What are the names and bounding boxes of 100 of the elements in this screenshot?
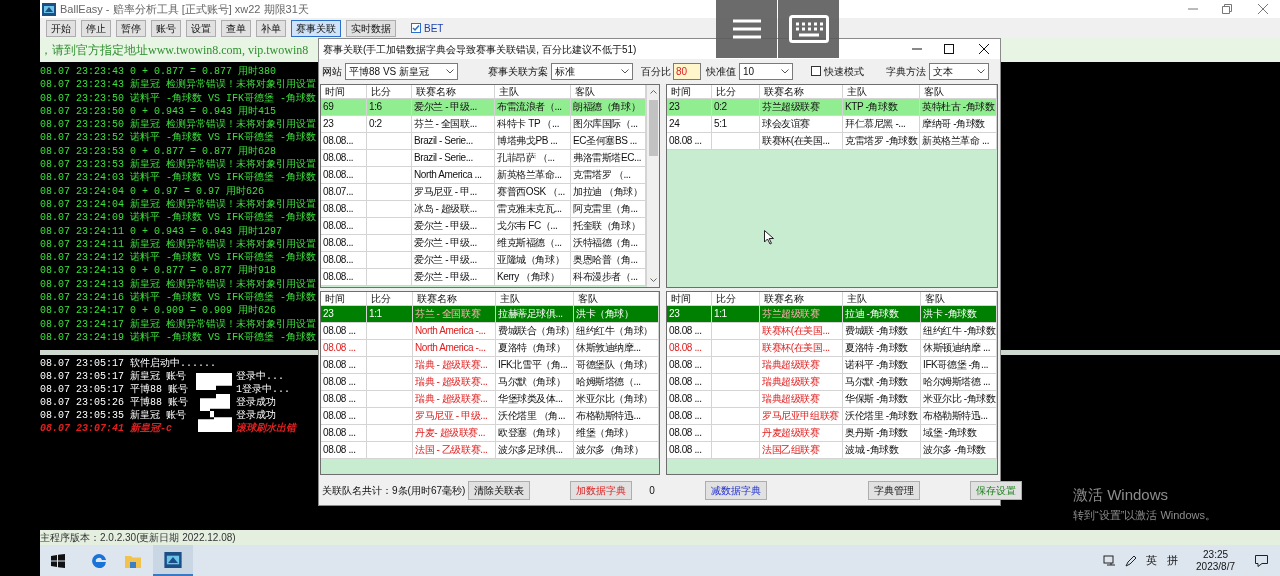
table-row[interactable]: 08.08 ... 罗马尼亚甲组联赛 沃伦塔里 -角球数 布格勒斯特迅... <box>667 408 997 425</box>
table-row[interactable]: 08.07... 罗马尼亚 - 甲... 赛普西OSK （... 加拉迪 （角球） <box>321 184 646 201</box>
dialog-button[interactable]: 字典管理 <box>867 480 920 500</box>
clock-time[interactable]: 23:25 <box>1203 548 1229 561</box>
table-row[interactable]: 24 5:1 球会友谊赛 拜仁慕尼黑 -... 摩纳哥 -角球数 <box>667 116 997 133</box>
table-row[interactable]: 08.08 ... 联赛杯(在美国... 夏洛特 -角球数 休斯顿迪纳摩 ... <box>667 340 997 357</box>
network-icon[interactable] <box>1103 554 1117 567</box>
log-line: 滚球刷水出错 <box>236 422 296 435</box>
table-cell: 丹麦超级联赛 <box>760 425 843 441</box>
table-row[interactable]: 08.08 ... 联赛杯(在美国... 克雷塔罗 -角球数 新英格兰革命 ... <box>667 133 997 150</box>
table-cell: 欧登塞（角球） <box>496 425 574 441</box>
table-row[interactable]: 23 0:2 芬兰超级联赛 KTP -角球数 英特杜古 -角球数 <box>667 99 997 116</box>
input-mode[interactable]: 拼 <box>1167 552 1179 569</box>
table-cell: 08.08... <box>321 235 367 251</box>
table-row[interactable]: 08.08 ... 法国乙组联赛 波城 -角球数 波尔多 -角球数 <box>667 442 997 459</box>
dialog-button[interactable]: 加数据字典 <box>570 480 633 500</box>
table-row[interactable]: 08.08... 爱尔兰 - 甲级... 亚隆城（角球） 奥恩哈普（角... <box>321 252 646 269</box>
fast-mode-checkbox[interactable]: 快速模式 <box>811 63 864 79</box>
menu-button[interactable] <box>716 0 777 58</box>
dropdown[interactable]: 文本 <box>929 62 989 80</box>
table-cell: 芬兰超级联赛 <box>760 306 843 322</box>
table-cell: 波城 -角球数 <box>843 442 921 458</box>
table-row[interactable]: 08.08 ... 瑞典超级联赛 马尔默 -角球数 哈尔姆斯塔德 ... <box>667 374 997 391</box>
toolbar-button[interactable]: 补单 <box>256 19 286 37</box>
table-cell: North America -... <box>413 340 496 356</box>
table-cell: 69 <box>321 99 367 115</box>
toolbar-button[interactable]: 查单 <box>221 19 251 37</box>
browser-icon[interactable] <box>91 552 107 569</box>
table-row[interactable]: 08.08 ... 丹麦- 超级联赛... 欧登塞（角球） 维堡（角球） <box>321 425 659 442</box>
notice-text: ，请到官方指定地址www.twowin8.com, vip.twowin8 <box>40 43 309 57</box>
scroll-up-icon[interactable] <box>649 90 657 94</box>
table-row[interactable]: 08.08... 爱尔兰 - 甲级... Kerry （角球） 科布漫步者（... <box>321 269 646 286</box>
input-language[interactable]: 英 <box>1146 552 1158 569</box>
table-cell: 法国乙组联赛 <box>760 442 843 458</box>
table-row[interactable]: 08.08 ... 瑞典 - 超级联赛... 华堡球类及体... 米亚尔比（角球） <box>321 391 659 408</box>
percent-field[interactable]: 80 <box>673 62 701 80</box>
log-line: 08.07 23:23:52 诺料平 -角球数 VS IFK哥德堡 -角球数 <box>40 131 318 145</box>
table-row[interactable]: 08.08... 爱尔兰 - 甲级... 维克斯福德（... 沃特福德（角... <box>321 235 646 252</box>
table-row[interactable]: 23 1:1 芬兰 - 全国联赛 拉赫蒂足球俱... 洪卡（角球） <box>321 306 659 323</box>
table-row[interactable]: 08.08 ... 法国 - 乙级联赛... 波尔多足球俱... 波尔多（角球） <box>321 442 659 459</box>
keyboard-button[interactable] <box>778 0 839 58</box>
table-cell: 08.07... <box>321 184 367 200</box>
dropdown[interactable]: 标准 <box>551 62 633 80</box>
table-row[interactable]: 08.08 ... 丹麦超级联赛 奥丹斯 -角球数 域堡 -角球数 <box>667 425 997 442</box>
table-cell: 球会友谊赛 <box>760 116 843 132</box>
table-cell: 米亚尔比（角球） <box>574 391 659 407</box>
table-row[interactable]: 08.08... Brazil - Serie... 孔菲昂萨 （... 弗洛雷斯塔EC... <box>321 150 646 167</box>
toolbar-button[interactable]: 开始 <box>46 19 76 37</box>
table-row[interactable]: 23 0:2 芬兰 - 全国联... 科特卡 TP （... 图尔库国际（... <box>321 116 646 133</box>
toolbar-button[interactable]: 实时数据 <box>346 19 396 37</box>
notification-icon[interactable] <box>1255 554 1268 567</box>
table-row[interactable]: 08.08 ... 瑞典超级联赛 诺科平 -角球数 IFK哥德堡 -角... <box>667 357 997 374</box>
toolbar-button[interactable]: 账号 <box>151 19 181 37</box>
check-icon <box>412 24 420 32</box>
dropdown[interactable]: 10 <box>739 62 793 80</box>
scrollbar-thumb[interactable] <box>648 100 658 156</box>
table-cell: 1:1 <box>367 306 413 322</box>
table-row[interactable]: 08.08... 冰岛 - 超级联... 雷克雅未克瓦... 阿克雷里（角... <box>321 201 646 218</box>
table-row[interactable]: 08.08 ... 罗马尼亚 - 甲级... 沃伦塔里 （角... 布格勒斯特迅... <box>321 408 659 425</box>
table-row[interactable]: 08.08... North America ... 新英格兰革命... 克雷塔罗 （... <box>321 167 646 184</box>
table-cell: 芬兰 - 全国联赛 <box>413 306 496 322</box>
restore-icon[interactable] <box>1222 4 1232 14</box>
table-cell: 亚隆城（角球） <box>495 252 571 268</box>
dialog-button[interactable]: 保存设置 <box>969 480 1022 500</box>
pen-icon[interactable] <box>1125 554 1138 567</box>
dialog-button[interactable]: 减数据字典 <box>704 480 767 500</box>
clock-date[interactable]: 2023/8/7 <box>1196 560 1235 573</box>
table-row[interactable]: 69 1:6 爱尔兰 - 甲级... 布雷流浪者（... 朗福德（角球） <box>321 99 646 116</box>
table-row[interactable]: 08.08... 爱尔兰 - 甲级... 戈尔韦 FC（... 托奎联（角球） <box>321 218 646 235</box>
dropdown[interactable]: 平博88 VS 新皇冠 <box>345 62 458 80</box>
table-row[interactable]: 08.08 ... 瑞典 - 超级联赛... IFK北雪平（角... 哥德堡队（角球） <box>321 357 659 374</box>
scroll-down-icon[interactable] <box>649 278 657 282</box>
start-icon[interactable] <box>51 553 65 568</box>
table-row[interactable]: 23 1:1 芬兰超级联赛 拉迪 -角球数 洪卡 -角球数 <box>667 306 997 323</box>
menu-icon <box>732 19 761 39</box>
close-icon[interactable] <box>979 44 989 54</box>
log-line: 08.07 23:23:53 0 + 0.877 = 0.877 用时628 <box>40 144 278 158</box>
log-line: 08.07 23:24:09 诺料平 -角球数 VS IFK哥德堡 -角球数 <box>40 211 318 225</box>
table-row[interactable]: 08.08 ... 联赛杯(在美国... 费城联 -角球数 纽约红牛 -角球数 <box>667 323 997 340</box>
table-row[interactable]: 08.08... Brazil - Serie... 博塔弗戈PB ... EC圣何塞BS ... <box>321 133 646 150</box>
log-line: 08.07 23:23:53 新皇冠 检测异常错误！未将对象引用设置 <box>40 158 317 171</box>
bet-checkbox[interactable]: BET <box>411 20 444 36</box>
activation-title: 激活 Windows <box>1073 485 1170 505</box>
field-label: 字典方法 <box>886 64 926 79</box>
folder-icon[interactable] <box>125 553 141 568</box>
table-row[interactable]: 08.08 ... 瑞典 - 超级联赛... 马尔默（角球） 哈姆斯塔德（... <box>321 374 659 391</box>
table-row[interactable]: 08.08 ... North America -... 费城联合（角球）纽约红牛（角球） <box>321 323 659 340</box>
table-cell: 夏洛特（角球） <box>496 340 574 356</box>
toolbar-button[interactable]: 赛事关联 <box>291 19 341 37</box>
table-cell: 夏洛特 -角球数 <box>843 340 921 356</box>
toolbar-button[interactable]: 设置 <box>186 19 216 37</box>
toolbar-button[interactable]: 暂停 <box>116 19 146 37</box>
taskbar-app-button[interactable] <box>153 545 193 576</box>
table-row[interactable]: 08.08 ... 瑞典超级联赛 华保斯 -角球数 米亚尔比 -角球数 <box>667 391 997 408</box>
scrollbar[interactable] <box>646 85 659 287</box>
table-row[interactable]: 08.08 ... North America -... 夏洛特（角球） 休斯敦迪纳摩... <box>321 340 659 357</box>
dialog-button[interactable]: 清除关联表 <box>468 480 531 500</box>
toolbar-button[interactable]: 停止 <box>81 19 111 37</box>
maximize-icon[interactable] <box>944 44 954 54</box>
table-cell: 08.08... <box>321 218 367 234</box>
